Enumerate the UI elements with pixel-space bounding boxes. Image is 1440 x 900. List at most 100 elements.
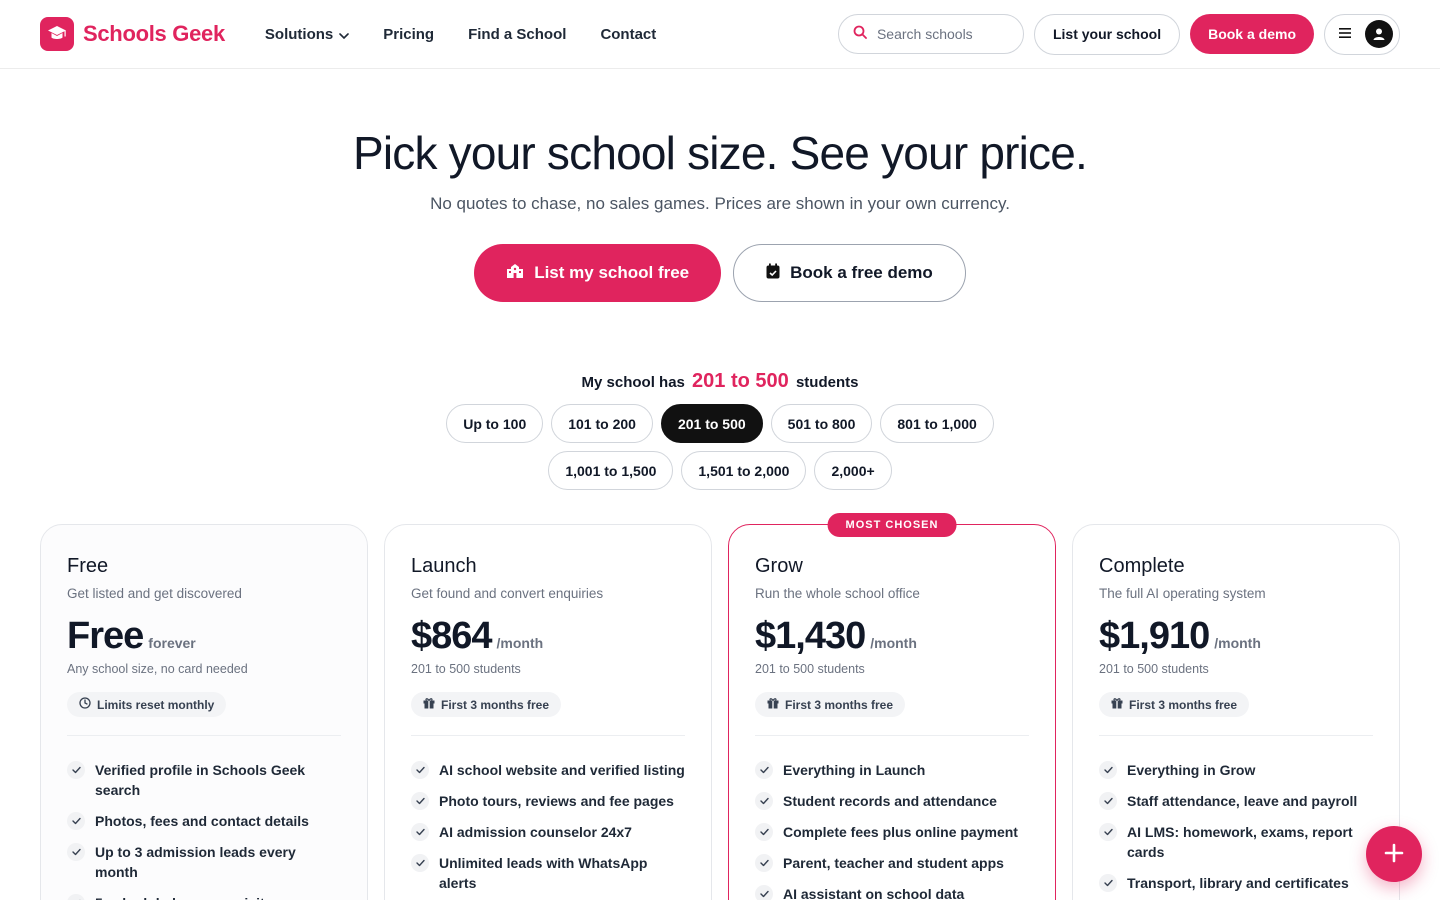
clock-icon: [79, 697, 91, 712]
calendar-check-icon: [766, 263, 780, 284]
size-option-up-to-100[interactable]: Up to 100: [446, 404, 544, 443]
feature-item: Verified profile in Schools Geek search: [67, 760, 341, 800]
size-option-501-to-800[interactable]: 501 to 800: [770, 404, 873, 443]
user-menu-button[interactable]: [1324, 13, 1400, 55]
hamburger-menu-icon: [1339, 25, 1351, 43]
check-icon: [67, 894, 85, 900]
plan-period: /month: [870, 635, 917, 651]
feature-text: Photos, fees and contact details: [95, 813, 309, 829]
button-label: List my school free: [534, 263, 690, 282]
plan-name: Complete: [1099, 555, 1185, 577]
chip-label: First 3 months free: [441, 697, 550, 712]
search-input[interactable]: [876, 26, 1007, 42]
main-nav: Solutions Pricing Find a School Contact: [265, 26, 656, 43]
feature-item: Up to 3 admission leads every month: [67, 842, 341, 882]
check-icon: [411, 761, 429, 779]
most-chosen-badge: MOST CHOSEN: [827, 513, 957, 537]
chevron-down-icon: [339, 26, 350, 43]
nav-item-label: Find a School: [468, 25, 567, 43]
feature-text: 5 scheduled campus visits every month: [95, 893, 341, 900]
nav-item-label: Solutions: [264, 25, 334, 43]
nav-item-contact[interactable]: Contact: [600, 26, 656, 43]
plan-chip: First 3 months free: [1099, 692, 1250, 717]
search-icon: [853, 25, 867, 44]
nav-item-solutions[interactable]: Solutions: [264, 25, 350, 43]
size-label-suffix: students: [795, 374, 859, 391]
check-icon: [755, 761, 773, 779]
feature-item: Photo tours, reviews and fee pages: [411, 791, 685, 811]
plan-period: forever: [148, 635, 196, 651]
check-icon: [755, 885, 773, 900]
hero-cta-group: List my school free Book a free demo: [0, 244, 1440, 302]
check-icon: [1099, 761, 1117, 779]
check-icon: [411, 854, 429, 872]
feature-text: Parent, teacher and student apps: [783, 855, 1004, 871]
chip-label: Limits reset monthly: [97, 697, 215, 712]
book-demo-button[interactable]: Book a demo: [1190, 14, 1314, 54]
list-your-school-button[interactable]: List your school: [1033, 13, 1181, 55]
plan-tagline: Get listed and get discovered: [67, 586, 242, 601]
size-option-1001-to-1500[interactable]: 1,001 to 1,500: [548, 451, 674, 490]
feature-text: Up to 3 admission leads every month: [95, 844, 296, 880]
school-size-label: My school has 201 to 500 students: [0, 370, 1440, 393]
feature-item: AI assistant on school data: [755, 884, 1029, 900]
graduation-cap-icon: [40, 17, 74, 51]
size-option-101-to-200[interactable]: 101 to 200: [551, 404, 653, 443]
plan-price: $1,910: [1099, 615, 1210, 657]
size-options-row-1: Up to 100 101 to 200 201 to 500 501 to 8…: [0, 404, 1440, 443]
size-options-row-2: 1,001 to 1,500 1,501 to 2,000 2,000+: [0, 451, 1440, 490]
selected-size-value: 201 to 500: [692, 370, 789, 392]
check-icon: [1099, 792, 1117, 810]
divider: [1099, 735, 1373, 736]
page-title: Pick your school size. See your price.: [352, 127, 1088, 179]
feature-item: Everything in Launch: [755, 760, 1029, 780]
price-note: 201 to 500 students: [1099, 662, 1209, 676]
feature-text: Transport, library and certificates: [1127, 875, 1349, 891]
brand-name: Schools Geek: [83, 21, 225, 46]
nav-item-pricing[interactable]: Pricing: [383, 26, 434, 43]
check-icon: [755, 792, 773, 810]
size-option-801-to-1000[interactable]: 801 to 1,000: [880, 404, 994, 443]
feature-text: Unlimited leads with WhatsApp alerts: [439, 855, 648, 891]
feature-list: AI school website and verified listing P…: [411, 760, 685, 900]
feature-item: Parent, teacher and student apps: [755, 853, 1029, 873]
check-icon: [411, 792, 429, 810]
feature-text: AI LMS: homework, exams, report cards: [1127, 824, 1353, 860]
price-row: Free forever: [67, 615, 341, 658]
feature-item: Photos, fees and contact details: [67, 811, 341, 831]
feature-list: Everything in Grow Staff attendance, lea…: [1099, 760, 1373, 893]
school-building-icon: [506, 263, 524, 284]
feature-text: AI school website and verified listing: [439, 762, 685, 778]
size-option-201-to-500[interactable]: 201 to 500: [660, 404, 763, 443]
feature-text: Everything in Grow: [1127, 762, 1256, 778]
divider: [755, 735, 1029, 736]
feature-list: Verified profile in Schools Geek search …: [67, 760, 341, 900]
plan-chip: First 3 months free: [411, 692, 562, 717]
feature-item: 5 scheduled campus visits every month: [67, 893, 341, 900]
plan-name: Grow: [755, 555, 803, 577]
search-box[interactable]: [837, 14, 1024, 54]
floating-action-button[interactable]: [1366, 826, 1422, 882]
feature-text: AI assistant on school data: [783, 886, 965, 900]
feature-item: Complete fees plus online payment: [755, 822, 1029, 842]
brand-logo[interactable]: Schools Geek: [40, 17, 225, 51]
feature-text: AI admission counselor 24x7: [439, 824, 632, 840]
gift-icon: [1111, 697, 1123, 712]
feature-text: Complete fees plus online payment: [783, 824, 1018, 840]
check-icon: [1099, 874, 1117, 892]
gift-icon: [767, 697, 779, 712]
divider: [67, 735, 341, 736]
book-free-demo-button[interactable]: Book a free demo: [733, 244, 966, 302]
price-note: 201 to 500 students: [411, 662, 521, 676]
page-subtitle: No quotes to chase, no sales games. Pric…: [430, 194, 1010, 213]
check-icon: [67, 761, 85, 779]
nav-item-find-a-school[interactable]: Find a School: [468, 26, 566, 43]
nav-item-label: Pricing: [383, 25, 435, 43]
size-option-1501-to-2000[interactable]: 1,501 to 2,000: [681, 451, 807, 490]
site-header: Schools Geek Solutions Pricing Find a Sc…: [0, 0, 1440, 69]
plan-card-complete: Complete The full AI operating system $1,…: [1072, 524, 1400, 900]
size-option-2000-plus[interactable]: 2,000+: [814, 451, 892, 490]
user-avatar-icon: [1365, 20, 1393, 48]
list-my-school-free-button[interactable]: List my school free: [474, 244, 722, 302]
plan-period: /month: [1214, 635, 1261, 651]
